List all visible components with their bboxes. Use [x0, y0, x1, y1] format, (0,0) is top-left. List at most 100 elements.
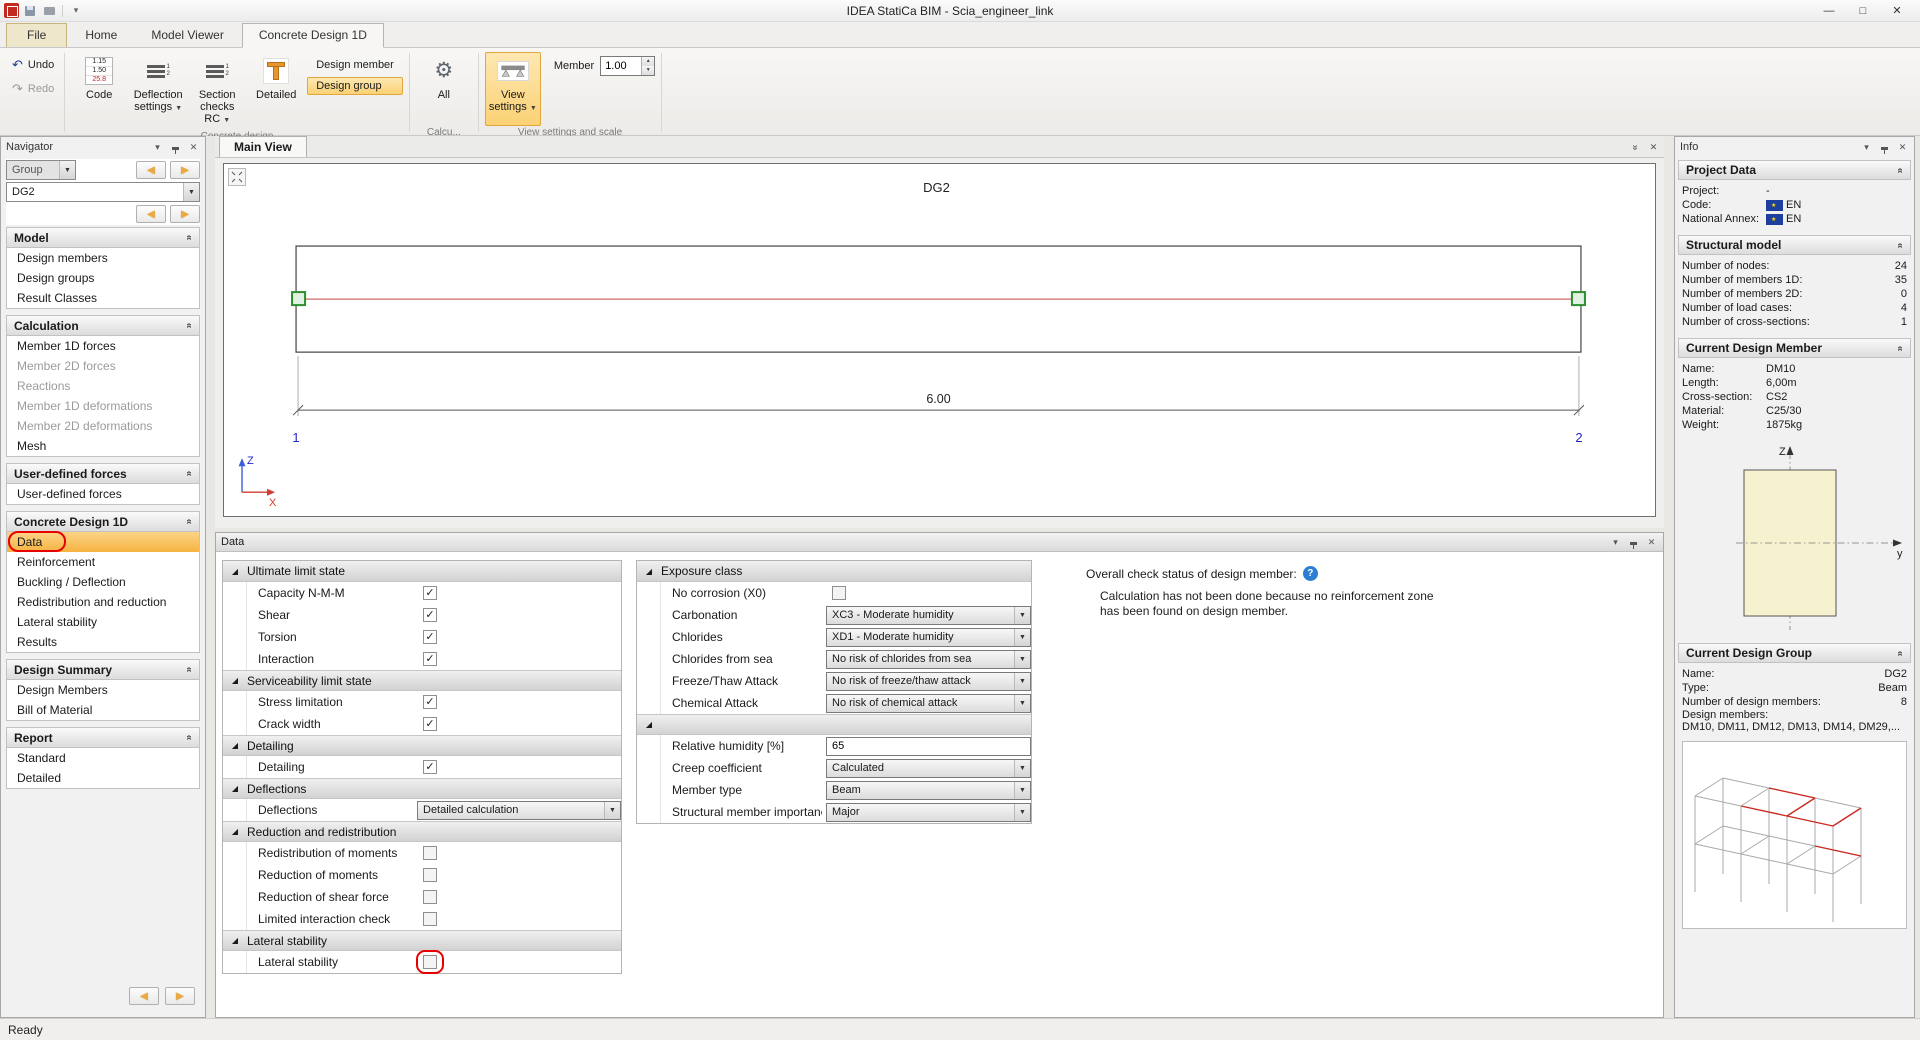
spin-up-icon[interactable]: ▲ — [642, 57, 654, 66]
previous-member-button[interactable]: ◀ — [129, 987, 159, 1005]
nav-item-detailed[interactable]: Detailed — [7, 768, 199, 788]
collapse-chevron-icon[interactable]: « — [184, 320, 195, 332]
next-member-button[interactable]: ▶ — [165, 987, 195, 1005]
table-group-header-item[interactable]: ◢ — [637, 714, 1031, 735]
collapse-chevron-icon[interactable]: « — [184, 732, 195, 744]
table-group-header-serviceability-limit-state[interactable]: ◢Serviceability limit state — [223, 670, 621, 691]
checkbox-reduction-of-moments[interactable] — [423, 868, 437, 882]
input-relative-humidity[interactable] — [826, 737, 1031, 756]
section-header-current-design-member[interactable]: Current Design Member« — [1678, 338, 1911, 358]
group-mode-select[interactable]: Group ▼ — [6, 160, 76, 180]
select-carbonation[interactable]: XC3 - Moderate humidity▼ — [826, 606, 1031, 625]
detailed-button[interactable]: Detailed — [248, 52, 304, 126]
section-checks-rc-button[interactable]: 12 Section checks RC ▼ — [189, 52, 245, 130]
previous-item-button[interactable]: ◀ — [136, 161, 166, 179]
close-icon[interactable]: ✕ — [1896, 142, 1909, 153]
select-chemical-attack[interactable]: No risk of chemical attack▼ — [826, 694, 1031, 713]
redo-button[interactable]: ↷ Redo — [8, 80, 58, 98]
table-group-header-reduction-and-redistribution[interactable]: ◢Reduction and redistribution — [223, 821, 621, 842]
section-header-project-data[interactable]: Project Data« — [1678, 160, 1911, 180]
nav-item-design-members[interactable]: Design members — [7, 248, 199, 268]
member-scale-input[interactable] — [601, 57, 641, 75]
select-member-type[interactable]: Beam▼ — [826, 781, 1031, 800]
checkbox-detailing[interactable]: ✓ — [423, 760, 437, 774]
nav-item-results[interactable]: Results — [7, 632, 199, 652]
checkbox-stress-limitation[interactable]: ✓ — [423, 695, 437, 709]
checkbox-reduction-of-shear-force[interactable] — [423, 890, 437, 904]
maximize-button[interactable]: □ — [1846, 2, 1880, 20]
checkbox-interaction[interactable]: ✓ — [423, 652, 437, 666]
nav-item-mesh[interactable]: Mesh — [7, 436, 199, 456]
select-creep-coefficient[interactable]: Calculated▼ — [826, 759, 1031, 778]
nav-item-member-1d-forces[interactable]: Member 1D forces — [7, 336, 199, 356]
design-group-select[interactable]: DG2 ▼ — [6, 182, 200, 202]
first-item-button[interactable]: ◀ — [136, 205, 166, 223]
pin-icon[interactable] — [1878, 142, 1891, 152]
collapse-chevron-icon[interactable]: « — [184, 664, 195, 676]
close-icon[interactable]: ✕ — [1645, 537, 1658, 548]
section-header-current-design-group[interactable]: Current Design Group« — [1678, 643, 1911, 663]
undo-button[interactable]: ↶ Undo — [8, 56, 58, 74]
section-header-report[interactable]: Report« — [6, 727, 200, 748]
help-icon[interactable]: ? — [1303, 566, 1318, 581]
section-header-design-summary[interactable]: Design Summary« — [6, 659, 200, 680]
view-settings-button[interactable]: View settings ▼ — [485, 52, 541, 126]
checkbox-redistribution-of-moments[interactable] — [423, 846, 437, 860]
checkbox-no-corrosion-x0[interactable] — [832, 586, 846, 600]
nav-item-user-defined-forces[interactable]: User-defined forces — [7, 484, 199, 504]
checkbox-crack-width[interactable]: ✓ — [423, 717, 437, 731]
nav-item-result-classes[interactable]: Result Classes — [7, 288, 199, 308]
tab-file[interactable]: File — [6, 23, 67, 47]
checkbox-lateral-stability[interactable] — [423, 955, 437, 969]
app-logo-icon[interactable] — [4, 3, 19, 18]
checkbox-torsion[interactable]: ✓ — [423, 630, 437, 644]
checkbox-limited-interaction-check[interactable] — [423, 912, 437, 926]
nav-item-bill-of-material[interactable]: Bill of Material — [7, 700, 199, 720]
nav-item-buckling-deflection[interactable]: Buckling / Deflection — [7, 572, 199, 592]
support-node-right[interactable] — [1572, 292, 1585, 305]
pin-icon[interactable] — [169, 142, 182, 152]
table-group-header-ultimate-limit-state[interactable]: ◢Ultimate limit state — [223, 561, 621, 582]
panel-dropdown-icon[interactable]: ▾ — [1860, 142, 1873, 153]
panel-dropdown-icon[interactable]: ▾ — [151, 142, 164, 153]
select-structural-member-importance[interactable]: Major▼ — [826, 803, 1031, 822]
panel-dropdown-icon[interactable]: ▾ — [1609, 537, 1622, 548]
nav-item-lateral-stability[interactable]: Lateral stability — [7, 612, 199, 632]
save-icon[interactable] — [22, 3, 38, 19]
select-chlorides[interactable]: XD1 - Moderate humidity▼ — [826, 628, 1031, 647]
design-group-button[interactable]: Design group — [307, 77, 403, 95]
collapse-chevron-icon[interactable]: « — [184, 232, 195, 244]
spin-down-icon[interactable]: ▼ — [642, 66, 654, 75]
pin-icon[interactable] — [1627, 537, 1640, 547]
select-chlorides-from-sea[interactable]: No risk of chlorides from sea▼ — [826, 650, 1031, 669]
last-item-button[interactable]: ▶ — [170, 205, 200, 223]
collapse-chevron-icon[interactable]: « — [184, 516, 195, 528]
section-header-user-defined-forces[interactable]: User-defined forces« — [6, 463, 200, 484]
deflection-settings-button[interactable]: 12 Deflection settings ▼ — [130, 52, 186, 126]
nav-item-reinforcement[interactable]: Reinforcement — [7, 552, 199, 572]
fit-view-button[interactable] — [228, 168, 246, 186]
nav-item-design-groups[interactable]: Design groups — [7, 268, 199, 288]
select-freeze-thaw-attack[interactable]: No risk of freeze/thaw attack▼ — [826, 672, 1031, 691]
nav-item-standard[interactable]: Standard — [7, 748, 199, 768]
code-button[interactable]: 1.15 1.50 25.8 Code — [71, 52, 127, 126]
close-pane-icon[interactable]: ✕ — [1647, 142, 1660, 153]
table-group-header-detailing[interactable]: ◢Detailing — [223, 735, 621, 756]
minimize-button[interactable]: — — [1812, 2, 1846, 20]
section-header-calculation[interactable]: Calculation« — [6, 315, 200, 336]
member-spinner[interactable]: ▲ ▼ — [600, 56, 655, 76]
collapse-chevron-icon[interactable]: « — [184, 468, 195, 480]
table-group-header-deflections[interactable]: ◢Deflections — [223, 778, 621, 799]
select-deflections[interactable]: Detailed calculation▼ — [417, 801, 621, 820]
nav-item-redistribution-and-reduction[interactable]: Redistribution and reduction — [7, 592, 199, 612]
calculate-all-button[interactable]: ⚙ All — [416, 52, 472, 126]
checkbox-shear[interactable]: ✓ — [423, 608, 437, 622]
design-member-button[interactable]: Design member — [307, 56, 403, 74]
close-button[interactable]: ✕ — [1880, 2, 1914, 20]
support-node-left[interactable] — [292, 292, 305, 305]
section-header-concrete-design-1d[interactable]: Concrete Design 1D« — [6, 511, 200, 532]
main-view-tab[interactable]: Main View — [219, 136, 307, 157]
model-canvas[interactable]: DG2 6.00 1 2 — [223, 163, 1656, 517]
collapse-pane-icon[interactable]: « — [1630, 142, 1641, 154]
checkbox-capacity-n-m-m[interactable]: ✓ — [423, 586, 437, 600]
